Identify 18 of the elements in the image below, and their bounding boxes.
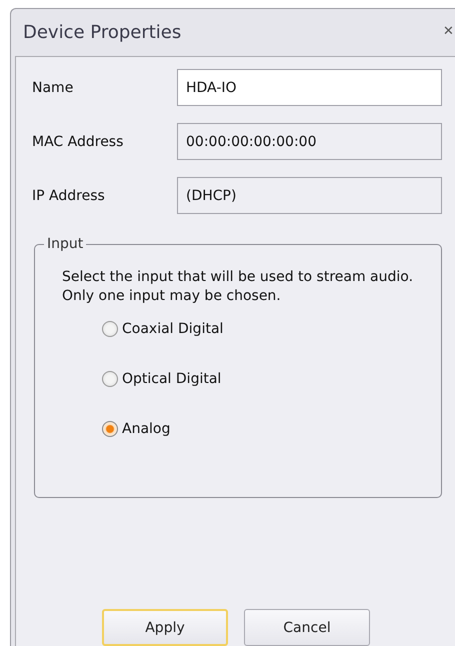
radio-label: Optical Digital: [122, 371, 222, 387]
radio-button[interactable]: [102, 321, 118, 337]
window-title: Device Properties: [23, 22, 182, 43]
radio-button[interactable]: [102, 421, 118, 437]
input-field[interactable]: HDA-IO: [177, 69, 442, 106]
readonly-field[interactable]: (DHCP): [177, 177, 442, 214]
radio-button[interactable]: [102, 371, 118, 387]
dialog-button[interactable]: Apply: [102, 609, 228, 646]
readonly-field[interactable]: 00:00:00:00:00:00: [177, 123, 442, 160]
description-text: Select the input that will be used to stream audio. Only one input may be chosen.: [62, 268, 414, 306]
radio-label: Coaxial Digital: [122, 321, 224, 337]
dialog-button[interactable]: Cancel: [244, 609, 370, 646]
field-label: MAC Address: [32, 134, 124, 150]
field-label: IP Address: [32, 188, 106, 204]
field-label: Name: [32, 80, 74, 96]
radio-label: Analog: [122, 421, 170, 437]
groupbox-title: Input: [46, 236, 84, 252]
close-button[interactable]: ✕: [441, 23, 455, 38]
